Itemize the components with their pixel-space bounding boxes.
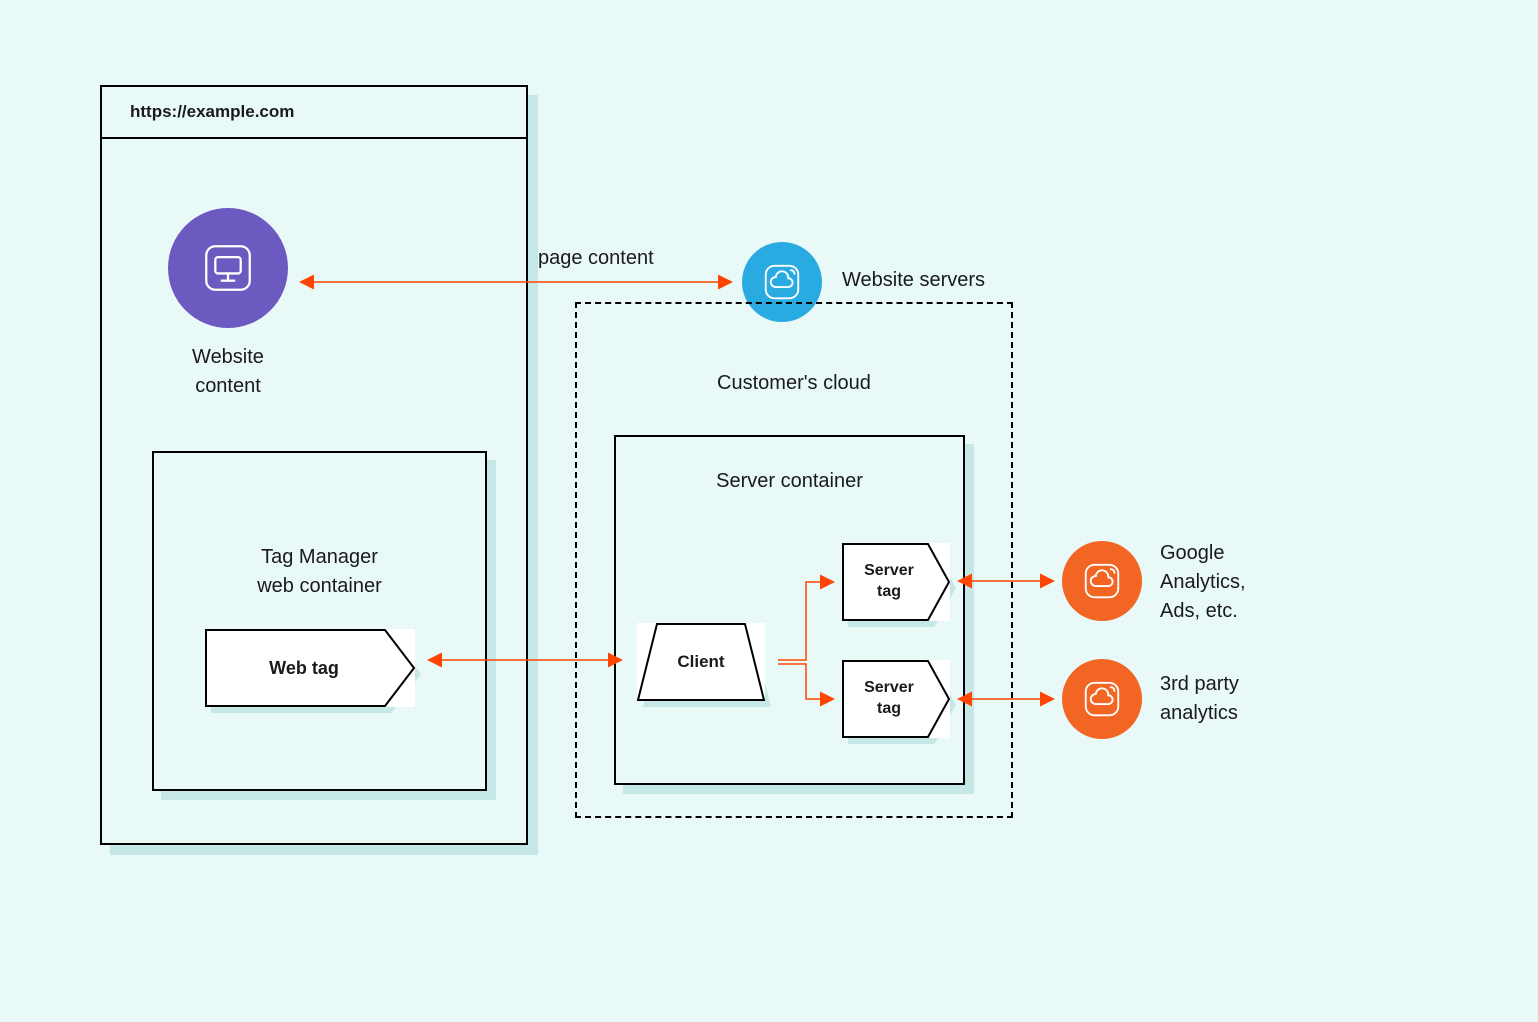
cloud-icon	[1082, 679, 1122, 719]
website-content-node	[168, 208, 288, 328]
server-tag-1-label: Server tag	[864, 561, 928, 603]
web-container-box	[152, 451, 487, 791]
google-destination-label: Google Analytics, Ads, etc.	[1160, 539, 1340, 626]
browser-url-bar: https://example.com	[102, 87, 526, 139]
cloud-icon	[1082, 561, 1122, 601]
web-tag-label: Web tag	[269, 658, 351, 679]
server-tag-2-node: Server tag	[842, 660, 950, 738]
google-destination-node	[1062, 541, 1142, 621]
client-label: Client	[677, 652, 724, 672]
customer-cloud-label: Customer's cloud	[575, 372, 1013, 395]
web-container-label: Tag Manager web container	[152, 543, 487, 601]
page-content-label: page content	[538, 247, 654, 270]
monitor-icon	[199, 239, 257, 297]
cloud-icon	[762, 262, 802, 302]
web-tag-node: Web tag	[205, 629, 415, 707]
website-servers-label: Website servers	[842, 269, 985, 292]
server-tag-1-node: Server tag	[842, 543, 950, 621]
browser-url-text: https://example.com	[130, 102, 294, 122]
third-party-destination-label: 3rd party analytics	[1160, 670, 1340, 728]
client-node: Client	[637, 623, 765, 701]
third-party-destination-node	[1062, 659, 1142, 739]
server-container-label: Server container	[614, 470, 965, 493]
server-tag-2-label: Server tag	[864, 678, 928, 720]
website-content-label: Website content	[168, 343, 288, 401]
